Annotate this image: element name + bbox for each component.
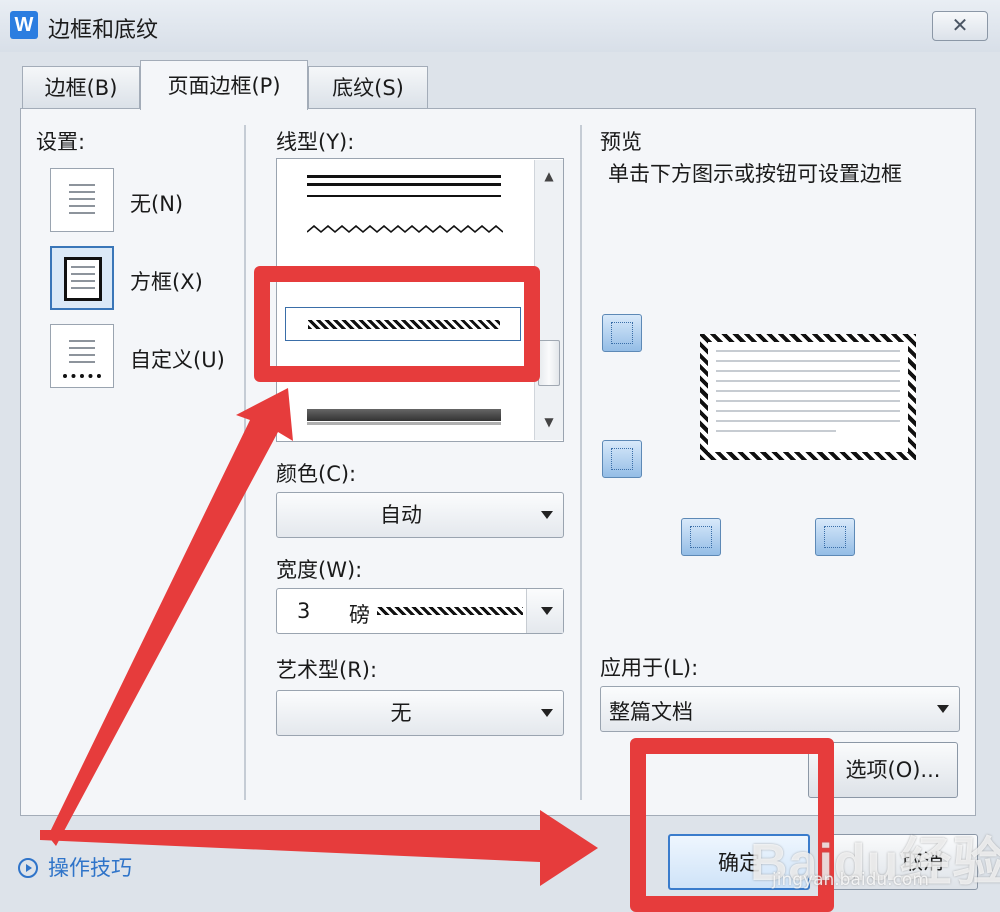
top-border-button[interactable] (602, 314, 642, 352)
column-divider (244, 125, 246, 800)
title-bar: W 边框和底纹 ✕ (0, 0, 1000, 52)
tab-shading[interactable]: 底纹(S) (308, 66, 428, 108)
width-value: 3 (297, 599, 311, 623)
chevron-down-icon (541, 511, 553, 519)
chevron-down-icon (541, 709, 553, 717)
setting-none-label: 无(N) (130, 192, 184, 216)
apply-to-label: 应用于(L): (600, 656, 699, 680)
width-label: 宽度(W): (276, 558, 363, 582)
apply-to-value: 整篇文档 (609, 700, 693, 724)
setting-none-option[interactable] (50, 168, 114, 232)
page-custom-icon (63, 334, 101, 378)
line-style-double[interactable] (307, 175, 501, 178)
color-label: 颜色(C): (276, 462, 357, 486)
settings-label: 设置: (36, 130, 86, 154)
play-circle-icon (18, 858, 38, 878)
tab-page-border[interactable]: 页面边框(P) (140, 60, 308, 110)
window-title: 边框和底纹 (48, 18, 159, 43)
line-style-thick-shadow[interactable] (307, 409, 501, 421)
art-value: 无 (390, 701, 412, 725)
page-box-icon (64, 257, 102, 301)
setting-custom-label: 自定义(U) (130, 348, 225, 372)
scroll-down-icon[interactable]: ▼ (535, 410, 563, 434)
art-label: 艺术型(R): (276, 658, 378, 682)
line-style-wavy[interactable] (307, 225, 503, 239)
chevron-down-icon (937, 705, 949, 713)
page-none-icon (63, 178, 101, 222)
width-line-sample (377, 607, 523, 615)
close-button[interactable]: ✕ (932, 11, 988, 41)
tips-link[interactable]: 操作技巧 (18, 852, 132, 882)
color-value: 自动 (380, 503, 422, 527)
preview-page[interactable] (700, 334, 916, 460)
scroll-thumb[interactable] (538, 340, 560, 386)
tips-label: 操作技巧 (48, 856, 132, 880)
right-border-button[interactable] (815, 518, 855, 556)
setting-box-label: 方框(X) (130, 270, 203, 294)
width-unit: 磅 (349, 603, 370, 627)
color-dropdown[interactable]: 自动 (276, 492, 564, 538)
close-icon: ✕ (951, 13, 969, 37)
left-border-button[interactable] (681, 518, 721, 556)
tab-borders[interactable]: 边框(B) (22, 66, 140, 108)
column-divider (580, 125, 582, 800)
wps-writer-icon: W (10, 11, 38, 39)
preview-hint: 单击下方图示或按钮可设置边框 (608, 162, 902, 186)
chevron-down-icon (541, 607, 553, 615)
bottom-border-button[interactable] (602, 440, 642, 478)
preview-label: 预览 (600, 130, 642, 154)
highlight-box-line-style (254, 266, 540, 382)
apply-to-dropdown[interactable]: 整篇文档 (600, 686, 960, 732)
width-dropdown[interactable]: 3 磅 (276, 588, 564, 634)
art-dropdown[interactable]: 无 (276, 690, 564, 736)
setting-custom-option[interactable] (50, 324, 114, 388)
scroll-up-icon[interactable]: ▲ (535, 164, 563, 188)
line-style-label: 线型(Y): (276, 130, 355, 154)
baidu-watermark-url: jingyan.baidu.com (772, 870, 929, 890)
options-button-label: 选项(O)... (845, 758, 941, 782)
setting-box-option[interactable] (50, 246, 114, 310)
